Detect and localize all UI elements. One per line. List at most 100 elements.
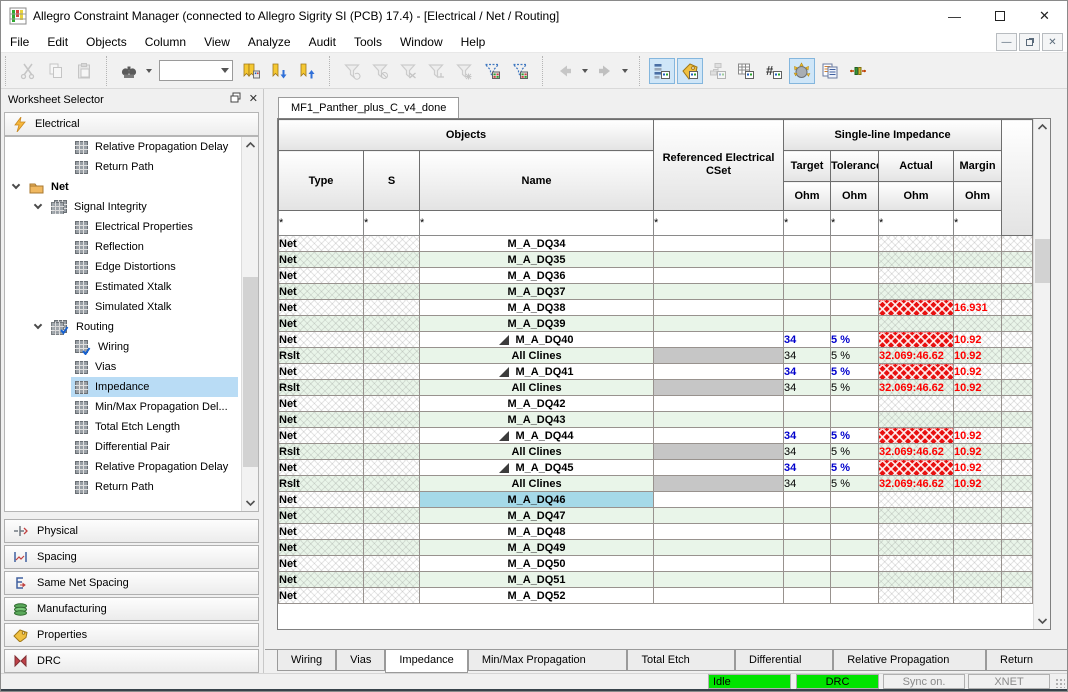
- cell-referenced-cset[interactable]: [654, 588, 784, 604]
- sidebar-item-net[interactable]: Net: [5, 177, 258, 197]
- menu-view[interactable]: View: [195, 31, 239, 53]
- cell-name[interactable]: M_A_DQ51: [420, 572, 654, 588]
- cell-type[interactable]: Net: [279, 556, 364, 572]
- cell-name[interactable]: M_A_DQ47: [420, 508, 654, 524]
- section-manufacturing[interactable]: Manufacturing: [4, 597, 259, 621]
- cell-tolerance[interactable]: [831, 252, 879, 268]
- cell-s[interactable]: [364, 236, 420, 252]
- cell-tolerance[interactable]: 5 %: [831, 332, 879, 348]
- bookmark-next-button[interactable]: [266, 58, 292, 84]
- filter-refresh-button[interactable]: [339, 58, 365, 84]
- filter-off-button[interactable]: [395, 58, 421, 84]
- resize-grip[interactable]: [1055, 678, 1065, 688]
- cell-type[interactable]: Net: [279, 364, 364, 380]
- sidebar-item-wiring[interactable]: Wiring: [5, 337, 258, 357]
- menu-column[interactable]: Column: [136, 31, 195, 53]
- cell-name[interactable]: M_A_DQ40: [420, 332, 654, 348]
- cell-target[interactable]: [784, 396, 831, 412]
- cell-target[interactable]: 34: [784, 364, 831, 380]
- filter-advanced-button[interactable]: [451, 58, 477, 84]
- filter-clear-button[interactable]: [367, 58, 393, 84]
- tab-impedance[interactable]: Impedance: [385, 650, 467, 673]
- cell-target[interactable]: 34: [784, 476, 831, 492]
- sidebar-item-relative-propagation-delay[interactable]: Relative Propagation Delay: [5, 457, 258, 477]
- cell-s[interactable]: [364, 492, 420, 508]
- minimize-icon[interactable]: —: [932, 1, 977, 31]
- cell-target[interactable]: [784, 300, 831, 316]
- cell-actual[interactable]: [879, 316, 954, 332]
- cell-s[interactable]: [364, 444, 420, 460]
- filter-table-button[interactable]: [479, 58, 505, 84]
- cell-s[interactable]: [364, 252, 420, 268]
- menu-objects[interactable]: Objects: [77, 31, 136, 53]
- cell-s[interactable]: [364, 572, 420, 588]
- cell-target[interactable]: [784, 316, 831, 332]
- cell-s[interactable]: [364, 300, 420, 316]
- sidebar-item-electrical-properties[interactable]: Electrical Properties: [5, 217, 258, 237]
- cell-name[interactable]: M_A_DQ49: [420, 540, 654, 556]
- cell-target[interactable]: [784, 588, 831, 604]
- close-panel-icon[interactable]: ✕: [249, 92, 258, 105]
- cell-s[interactable]: [364, 380, 420, 396]
- cell-tolerance[interactable]: [831, 300, 879, 316]
- chevron-down-icon[interactable]: [34, 321, 42, 329]
- cell-margin[interactable]: 10.92: [954, 444, 1002, 460]
- cell-referenced-cset[interactable]: [654, 332, 784, 348]
- cell-actual[interactable]: [879, 268, 954, 284]
- cell-actual[interactable]: [879, 460, 954, 476]
- cell-margin[interactable]: [954, 524, 1002, 540]
- sidebar-item-signal-integrity[interactable]: Signal Integrity: [5, 197, 258, 217]
- s-header[interactable]: S: [364, 151, 420, 211]
- filter-name[interactable]: *: [420, 211, 654, 236]
- tree-scrollbar[interactable]: [241, 137, 258, 511]
- filter-type[interactable]: *: [279, 211, 364, 236]
- menu-audit[interactable]: Audit: [300, 31, 345, 53]
- section-spacing[interactable]: Spacing: [4, 545, 259, 569]
- chevron-down-icon[interactable]: [582, 69, 588, 73]
- cell-target[interactable]: [784, 540, 831, 556]
- cell-type[interactable]: Net: [279, 524, 364, 540]
- cell-s[interactable]: [364, 524, 420, 540]
- cell-type[interactable]: Net: [279, 252, 364, 268]
- cell-name[interactable]: M_A_DQ36: [420, 268, 654, 284]
- chevron-down-icon[interactable]: [12, 181, 20, 189]
- nav-back-button[interactable]: [552, 58, 578, 84]
- cell-s[interactable]: [364, 332, 420, 348]
- cell-referenced-cset[interactable]: [654, 460, 784, 476]
- section-drc[interactable]: DRC: [4, 649, 259, 673]
- cell-margin[interactable]: 10.92: [954, 428, 1002, 444]
- cell-s[interactable]: [364, 268, 420, 284]
- cell-margin[interactable]: 10.92: [954, 332, 1002, 348]
- cell-margin[interactable]: [954, 540, 1002, 556]
- cell-actual[interactable]: [879, 300, 954, 316]
- cell-name[interactable]: M_A_DQ42: [420, 396, 654, 412]
- show-notes-button[interactable]: [817, 58, 843, 84]
- cell-referenced-cset[interactable]: [654, 268, 784, 284]
- sidebar-item-min-max-propagation-del[interactable]: Min/Max Propagation Del...: [5, 397, 258, 417]
- cell-tolerance[interactable]: [831, 284, 879, 300]
- cell-s[interactable]: [364, 348, 420, 364]
- cell-tolerance[interactable]: [831, 268, 879, 284]
- cell-s[interactable]: [364, 316, 420, 332]
- cell-target[interactable]: [784, 556, 831, 572]
- menu-analyze[interactable]: Analyze: [239, 31, 300, 53]
- cell-s[interactable]: [364, 428, 420, 444]
- sidebar-item-simulated-xtalk[interactable]: Simulated Xtalk: [5, 297, 258, 317]
- cell-margin[interactable]: [954, 396, 1002, 412]
- close-icon[interactable]: ✕: [1022, 1, 1067, 31]
- cell-type[interactable]: Rslt: [279, 380, 364, 396]
- cell-actual[interactable]: [879, 540, 954, 556]
- cell-tolerance[interactable]: 5 %: [831, 444, 879, 460]
- nav-forward-button[interactable]: [592, 58, 618, 84]
- cell-actual[interactable]: [879, 428, 954, 444]
- cell-actual[interactable]: [879, 508, 954, 524]
- filter-s[interactable]: *: [364, 211, 420, 236]
- expand-triangle-icon[interactable]: [499, 431, 509, 441]
- cell-margin[interactable]: [954, 492, 1002, 508]
- sidebar-item-edge-distortions[interactable]: Edge Distortions: [5, 257, 258, 277]
- cell-tolerance[interactable]: [831, 588, 879, 604]
- cell-type[interactable]: Net: [279, 332, 364, 348]
- cell-tolerance[interactable]: 5 %: [831, 364, 879, 380]
- cell-tolerance[interactable]: 5 %: [831, 428, 879, 444]
- cell-target[interactable]: 34: [784, 380, 831, 396]
